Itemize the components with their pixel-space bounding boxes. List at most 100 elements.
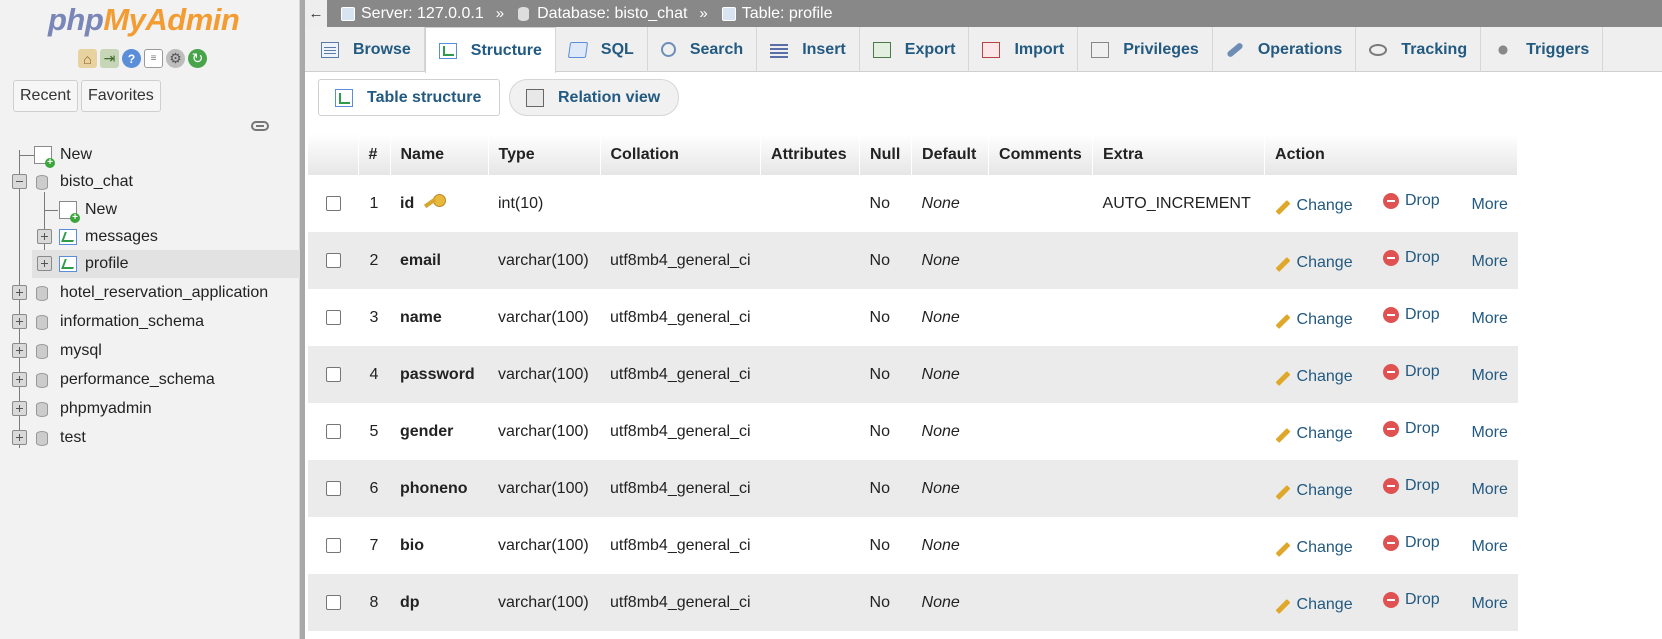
tree-item-messages[interactable]: messages xyxy=(59,223,158,251)
header-attributes[interactable]: Attributes xyxy=(760,134,861,175)
tab-search[interactable]: Search xyxy=(648,27,758,72)
tree-item-mysql[interactable]: mysql xyxy=(36,337,102,365)
row-checkbox[interactable] xyxy=(326,423,341,439)
table-structure-button[interactable]: Table structure xyxy=(318,79,500,116)
more-button[interactable]: More xyxy=(1471,481,1507,498)
more-button[interactable]: More xyxy=(1471,538,1507,555)
more-button[interactable]: More xyxy=(1471,424,1507,441)
tree-item-bisto-chat[interactable]: bisto_chat xyxy=(36,168,133,196)
sidebar-resizer[interactable] xyxy=(300,0,305,639)
wrench-icon xyxy=(1226,41,1244,58)
home-icon[interactable]: ⌂ xyxy=(78,49,97,68)
expand-icon[interactable] xyxy=(12,372,27,387)
table-row: 7 bio varchar(100) utf8mb4_general_ci No… xyxy=(308,517,1518,574)
tree-item-profile[interactable]: profile xyxy=(32,250,300,278)
recent-button[interactable]: Recent xyxy=(13,80,78,112)
more-button[interactable]: More xyxy=(1471,253,1507,270)
expand-icon[interactable] xyxy=(12,314,27,329)
drop-button[interactable]: Drop xyxy=(1383,534,1463,552)
tab-export[interactable]: Export xyxy=(860,27,970,72)
row-attributes xyxy=(760,574,860,631)
tab-operations[interactable]: Operations xyxy=(1213,27,1357,72)
change-button[interactable]: Change xyxy=(1275,311,1375,329)
breadcrumb-server[interactable]: Server: 127.0.0.1 xyxy=(341,5,484,23)
row-checkbox[interactable] xyxy=(326,309,341,325)
change-button[interactable]: Change xyxy=(1275,539,1375,557)
expand-icon[interactable] xyxy=(12,285,27,300)
header-name[interactable]: Name xyxy=(390,134,489,175)
row-checkbox[interactable] xyxy=(326,195,341,211)
more-button[interactable]: More xyxy=(1471,595,1507,612)
row-checkbox[interactable] xyxy=(326,594,341,610)
expand-icon[interactable] xyxy=(12,343,27,358)
expand-icon[interactable] xyxy=(37,256,52,271)
tree-item-phpmyadmin[interactable]: phpmyadmin xyxy=(36,395,152,423)
header-extra[interactable]: Extra xyxy=(1092,134,1266,175)
tree-item-information-schema[interactable]: information_schema xyxy=(36,308,204,336)
tree-item-hotel-reservation[interactable]: hotel_reservation_application xyxy=(36,279,268,307)
tree-item-new[interactable]: New xyxy=(34,141,92,169)
tab-privileges[interactable]: Privileges xyxy=(1078,27,1213,72)
expand-icon[interactable] xyxy=(37,229,52,244)
change-button[interactable]: Change xyxy=(1275,254,1375,272)
change-button[interactable]: Change xyxy=(1275,425,1375,443)
more-button[interactable]: More xyxy=(1471,310,1507,327)
settings-icon[interactable]: ⚙ xyxy=(166,49,185,68)
collapse-icon[interactable] xyxy=(12,174,27,189)
tab-structure[interactable]: Structure xyxy=(424,27,556,73)
row-checkbox[interactable] xyxy=(326,252,341,268)
help-icon[interactable]: ? xyxy=(122,49,141,68)
tab-sql[interactable]: SQL xyxy=(556,27,648,72)
more-button[interactable]: More xyxy=(1471,367,1507,384)
tab-import[interactable]: Import xyxy=(969,27,1079,72)
row-name-cell: dp xyxy=(390,574,488,631)
sql-icon xyxy=(567,41,589,58)
exit-icon[interactable]: ⇥ xyxy=(100,49,119,68)
header-null[interactable]: Null xyxy=(859,134,913,175)
header-collation[interactable]: Collation xyxy=(600,134,762,175)
change-button[interactable]: Change xyxy=(1275,197,1375,215)
tree-item-bisto-chat-new[interactable]: New xyxy=(59,196,117,224)
row-checkbox[interactable] xyxy=(326,480,341,496)
drop-button[interactable]: Drop xyxy=(1383,192,1463,210)
phpmyadmin-logo[interactable]: phpMyAdmin xyxy=(48,2,240,38)
header-type[interactable]: Type xyxy=(488,134,601,175)
tab-tracking[interactable]: Tracking xyxy=(1356,27,1482,72)
reload-icon[interactable]: ↻ xyxy=(188,49,207,68)
tab-label: Tracking xyxy=(1401,40,1468,58)
drop-button[interactable]: Drop xyxy=(1383,477,1463,495)
table-row: 6 phoneno varchar(100) utf8mb4_general_c… xyxy=(308,460,1518,517)
expand-icon[interactable] xyxy=(12,401,27,416)
row-checkbox[interactable] xyxy=(326,366,341,382)
row-default: None xyxy=(911,232,989,289)
breadcrumb-table[interactable]: Table: profile xyxy=(721,5,832,23)
more-button[interactable]: More xyxy=(1471,196,1507,213)
docs-icon[interactable]: ≡ xyxy=(144,49,163,68)
back-arrow-icon[interactable]: ← xyxy=(305,0,327,27)
row-checkbox[interactable] xyxy=(326,537,341,553)
favorites-button[interactable]: Favorites xyxy=(81,80,161,112)
tab-label: Operations xyxy=(1257,40,1343,58)
tree-item-test[interactable]: test xyxy=(36,424,86,452)
drop-button[interactable]: Drop xyxy=(1383,420,1463,438)
link-with-main-panel-icon[interactable] xyxy=(251,121,269,131)
change-button[interactable]: Change xyxy=(1275,482,1375,500)
header-default[interactable]: Default xyxy=(911,134,990,175)
change-button[interactable]: Change xyxy=(1275,368,1375,386)
header-comments[interactable]: Comments xyxy=(988,134,1094,175)
change-button[interactable]: Change xyxy=(1275,596,1375,614)
export-icon xyxy=(872,41,891,58)
tab-triggers[interactable]: Triggers xyxy=(1481,27,1604,72)
row-attributes xyxy=(760,289,860,346)
drop-button[interactable]: Drop xyxy=(1383,363,1463,381)
drop-button[interactable]: Drop xyxy=(1383,591,1463,609)
relation-view-button[interactable]: Relation view xyxy=(509,79,679,116)
expand-icon[interactable] xyxy=(12,430,27,445)
change-label: Change xyxy=(1296,254,1353,272)
tab-insert[interactable]: Insert xyxy=(757,27,860,72)
breadcrumb-database[interactable]: Database: bisto_chat xyxy=(518,5,687,23)
tab-browse[interactable]: Browse xyxy=(308,27,425,72)
drop-button[interactable]: Drop xyxy=(1383,306,1463,324)
tree-item-performance-schema[interactable]: performance_schema xyxy=(36,366,215,394)
drop-button[interactable]: Drop xyxy=(1383,249,1463,267)
